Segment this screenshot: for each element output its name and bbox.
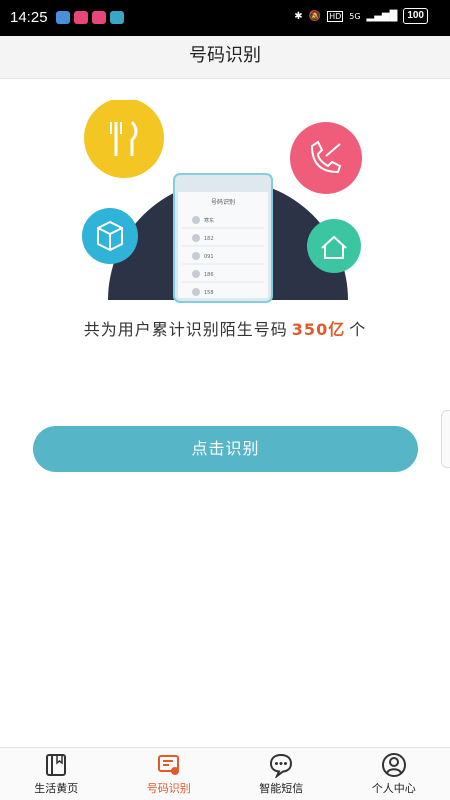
- tab-number-identification[interactable]: 号码识别: [113, 748, 226, 800]
- user-icon: [381, 753, 406, 777]
- call-block-icon: [290, 122, 362, 194]
- package-icon: [82, 208, 138, 264]
- status-time: 14:25: [10, 9, 48, 26]
- food-icon: [84, 100, 164, 178]
- tab-label: 智能短信: [259, 782, 304, 795]
- page-header: 号码识别: [0, 36, 450, 79]
- svg-text:186: 186: [204, 272, 214, 278]
- signal-icon: ▂▄▆█: [366, 10, 398, 22]
- svg-text:182: 182: [204, 236, 214, 242]
- hd-badge: HD: [327, 10, 344, 22]
- hero-caption-line1: Number: [176, 140, 223, 155]
- network-label: 5G: [349, 11, 361, 21]
- tab-label: 个人中心: [371, 782, 416, 795]
- phone-title: 号码识别: [211, 198, 235, 206]
- notification-app-icon: [92, 11, 106, 24]
- tab-yellow-pages[interactable]: 生活黄页: [0, 748, 113, 800]
- battery-icon: 100: [403, 8, 428, 24]
- stat-count: 350亿: [291, 320, 346, 339]
- tab-profile[interactable]: 个人中心: [338, 748, 450, 800]
- hero-caption-line2: identification: [176, 154, 248, 169]
- notification-app-icon: [74, 11, 88, 24]
- book-icon: [46, 754, 67, 776]
- chat-bubble-icon: [270, 753, 293, 778]
- tab-label: 生活黄页: [34, 782, 79, 795]
- notification-app-icon: [56, 11, 70, 24]
- tab-label: 号码识别: [146, 782, 191, 795]
- stat-prefix: 共为用户累计识别陌生号码: [83, 320, 288, 339]
- status-indicators: ✱ 🔕 HD 5G ▂▄▆█ 100: [294, 8, 428, 24]
- mute-icon: 🔕: [308, 10, 322, 22]
- svg-text:寒东: 寒东: [204, 217, 214, 224]
- page-title: 号码识别: [189, 45, 261, 66]
- identified-count-text: 共为用户累计识别陌生号码 350亿个: [0, 316, 450, 340]
- floating-side-handle[interactable]: [441, 410, 450, 468]
- svg-text:158: 158: [204, 290, 214, 296]
- status-bar: 14:25 ✱ 🔕 HD 5G ▂▄▆█ 100: [0, 0, 450, 36]
- bottom-tab-bar: 生活黄页 号码识别 智能短信 个人中心: [0, 747, 450, 800]
- home-icon: [307, 219, 361, 273]
- tab-smart-sms[interactable]: 智能短信: [225, 748, 338, 800]
- bluetooth-icon: ✱: [294, 10, 303, 22]
- notification-app-icon: [110, 11, 124, 24]
- hero-illustration: 号码识别 寒东 182 091 186 158 Number identific…: [82, 100, 362, 303]
- svg-text:091: 091: [204, 254, 214, 260]
- id-card-search-icon: [157, 755, 179, 775]
- stat-suffix: 个: [349, 320, 367, 339]
- identify-button[interactable]: 点击识别: [33, 426, 418, 472]
